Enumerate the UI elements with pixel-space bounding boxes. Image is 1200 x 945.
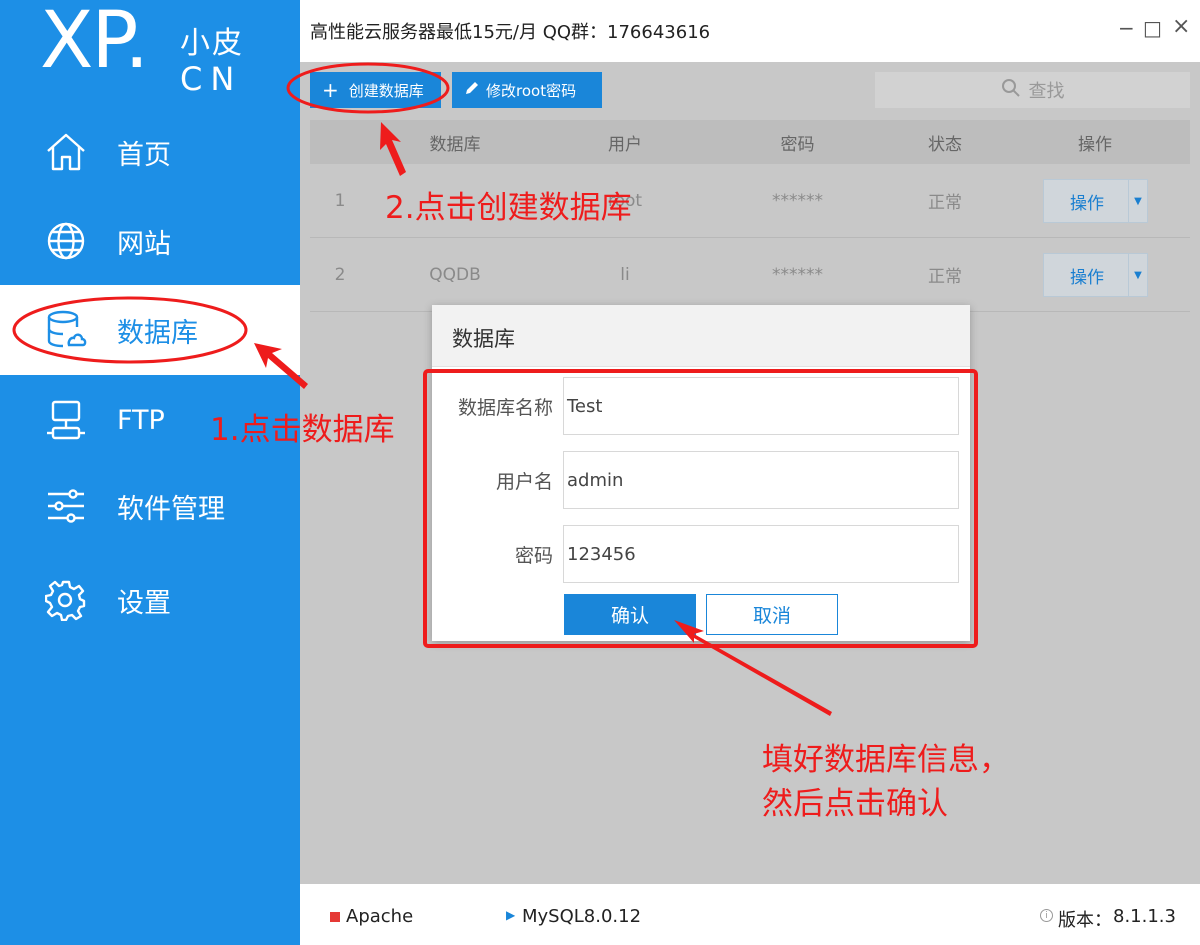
sidebar-item-label: FTP xyxy=(117,404,165,436)
mysql-label: MySQL8.0.12 xyxy=(522,906,642,927)
dialog-header: 数据库 xyxy=(432,305,970,367)
caret-down-icon[interactable]: ▼ xyxy=(1128,180,1147,222)
sidebar-item-home[interactable]: 首页 xyxy=(0,107,300,197)
caret-down-icon[interactable]: ▼ xyxy=(1128,254,1147,296)
dialog-title: 数据库 xyxy=(452,327,515,351)
annotation-step1: 1.点击数据库 xyxy=(210,412,395,448)
window-title: 高性能云服务器最低15元/月 QQ群：176643616 xyxy=(310,22,711,43)
header-action: 操作 xyxy=(1078,134,1112,155)
modify-root-password-label: 修改root密码 xyxy=(486,81,577,100)
version-value: 8.1.1.3 xyxy=(1113,906,1176,927)
apache-status-icon xyxy=(330,912,340,922)
database-name-input[interactable]: Test xyxy=(563,377,959,435)
version-label: 版本： xyxy=(1058,910,1112,931)
plus-icon: + xyxy=(322,78,339,102)
table-row: 2 QQDB li ****** 正常 操作 ▼ xyxy=(310,238,1190,312)
row-index: 2 xyxy=(334,264,346,285)
password-input[interactable]: 123456 xyxy=(563,525,959,583)
password-label: 密码 xyxy=(514,545,553,567)
username-input[interactable]: admin xyxy=(563,451,959,509)
logo-text-top: 小皮 xyxy=(180,26,244,61)
sidebar-item-website[interactable]: 网站 xyxy=(0,196,300,286)
info-icon: i xyxy=(1040,909,1053,922)
search-placeholder: 查找 xyxy=(1028,81,1065,102)
database-name-label: 数据库名称 xyxy=(457,397,553,419)
sidebar-item-label: 网站 xyxy=(117,228,171,260)
titlebar: 高性能云服务器最低15元/月 QQ群：176643616 − □ × xyxy=(300,0,1200,62)
apache-label: Apache xyxy=(346,906,414,927)
annotation-step2: 2.点击创建数据库 xyxy=(385,190,632,226)
username-label: 用户名 xyxy=(495,471,553,493)
maximize-button[interactable]: □ xyxy=(1143,16,1162,40)
gear-icon xyxy=(44,578,88,622)
form-row-database-name: 数据库名称 Test xyxy=(432,377,970,437)
modify-root-password-button[interactable]: 修改root密码 xyxy=(452,72,602,108)
create-database-dialog: 数据库 数据库名称 Test 用户名 admin 密码 123456 确认 取消 xyxy=(432,305,970,641)
header-status: 状态 xyxy=(928,134,962,155)
mysql-status-icon: ▶ xyxy=(506,908,516,922)
action-label: 操作 xyxy=(1070,193,1104,214)
action-label: 操作 xyxy=(1070,267,1104,288)
row-status: 正常 xyxy=(928,267,962,287)
row-password: ****** xyxy=(772,264,823,285)
header-user: 用户 xyxy=(608,134,642,155)
logo: XP. 小皮 CN xyxy=(40,2,260,98)
logo-text-bottom: CN xyxy=(180,60,243,98)
close-button[interactable]: × xyxy=(1172,14,1190,39)
table-header: 数据库 用户 密码 状态 操作 xyxy=(310,120,1190,164)
sidebar: XP. 小皮 CN 首页 网站 数据库 FTP 软件管理 设置 xyxy=(0,0,300,945)
row-password: ****** xyxy=(772,190,823,211)
sidebar-item-label: 设置 xyxy=(117,587,171,619)
sidebar-item-label: 软件管理 xyxy=(117,493,225,525)
form-row-password: 密码 123456 xyxy=(432,525,970,585)
row-action-button[interactable]: 操作 ▼ xyxy=(1043,253,1148,297)
globe-icon xyxy=(44,219,88,263)
statusbar: Apache ▶ MySQL8.0.12 i 版本： 8.1.1.3 xyxy=(300,884,1200,945)
header-password: 密码 xyxy=(780,134,815,155)
row-action-button[interactable]: 操作 ▼ xyxy=(1043,179,1148,223)
row-index: 1 xyxy=(334,190,346,211)
ftp-icon xyxy=(44,398,88,442)
database-icon xyxy=(44,308,88,352)
minimize-button[interactable]: − xyxy=(1118,16,1135,40)
sidebar-item-software[interactable]: 软件管理 xyxy=(0,461,300,551)
sidebar-item-label: 数据库 xyxy=(117,317,198,349)
sidebar-item-settings[interactable]: 设置 xyxy=(0,555,300,645)
sliders-icon xyxy=(44,484,88,528)
search-input[interactable]: 查找 xyxy=(875,72,1190,108)
annotation-step3-line1: 填好数据库信息， xyxy=(762,742,1010,778)
annotation-step3-line2: 然后点击确认 xyxy=(762,786,948,822)
pencil-icon xyxy=(464,80,480,100)
cancel-button[interactable]: 取消 xyxy=(706,594,838,635)
confirm-button[interactable]: 确认 xyxy=(564,594,696,635)
home-icon xyxy=(44,130,88,174)
form-row-username: 用户名 admin xyxy=(432,451,970,511)
sidebar-item-label: 首页 xyxy=(117,139,171,171)
header-database: 数据库 xyxy=(429,134,481,155)
search-icon xyxy=(1001,78,1021,103)
create-database-label: 创建数据库 xyxy=(348,81,424,100)
sidebar-item-database[interactable]: 数据库 xyxy=(0,285,300,375)
logo-mark: XP. xyxy=(40,0,149,86)
row-database: QQDB xyxy=(429,264,481,285)
row-status: 正常 xyxy=(928,193,962,213)
create-database-button[interactable]: + 创建数据库 xyxy=(310,72,441,108)
row-user: li xyxy=(620,264,630,285)
